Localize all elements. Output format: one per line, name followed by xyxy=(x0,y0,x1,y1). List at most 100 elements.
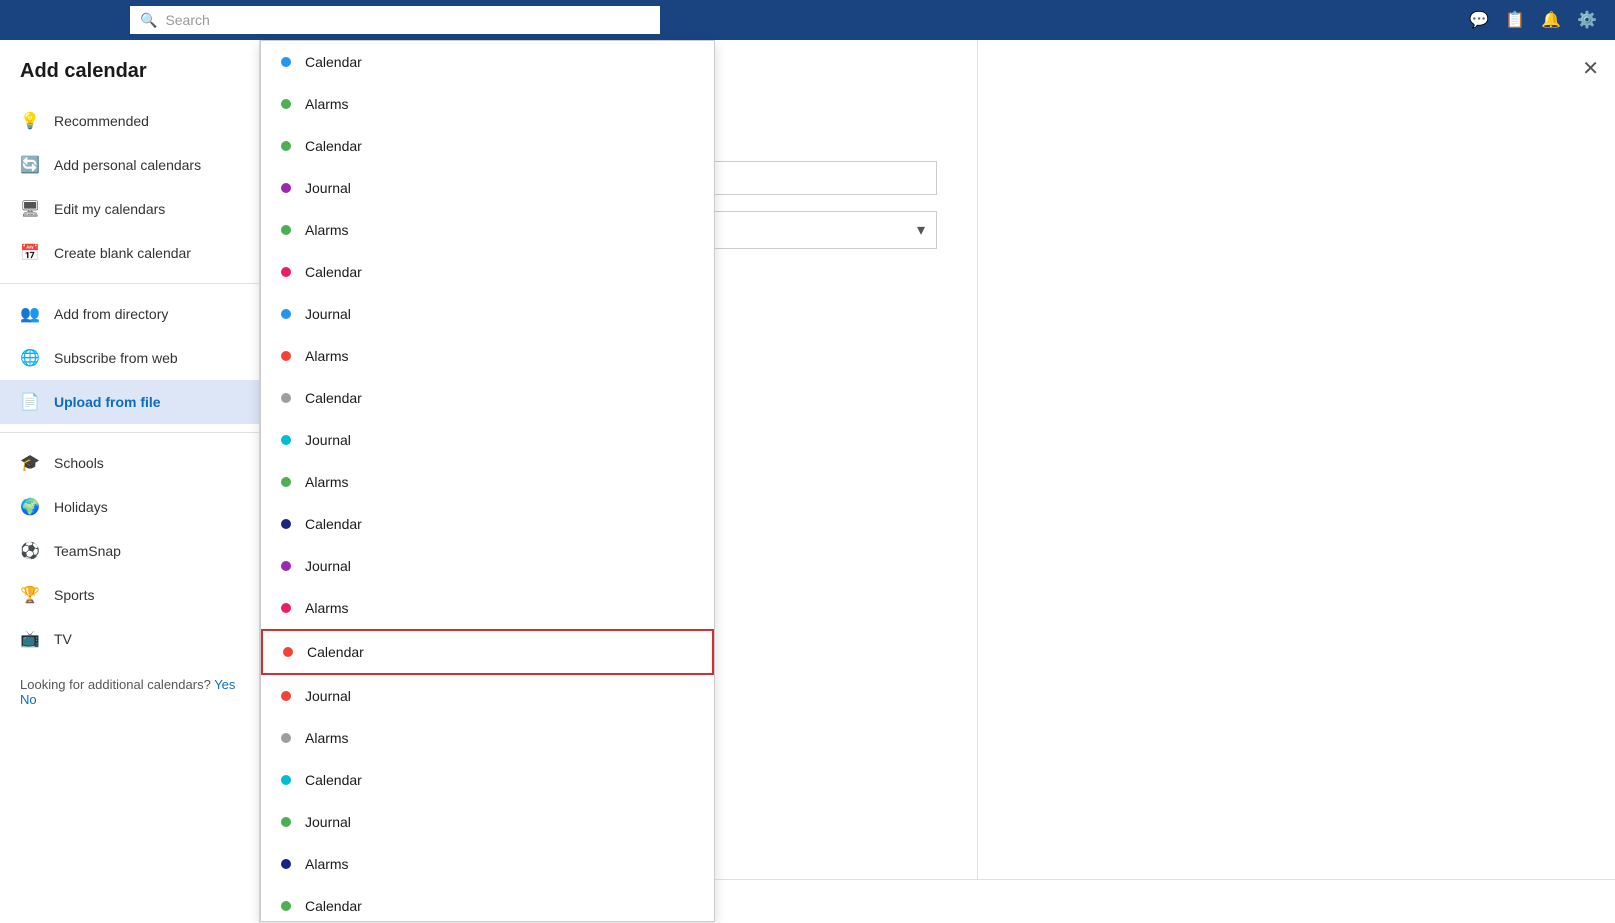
calendar-color-dot xyxy=(281,225,291,235)
footer-yes[interactable]: Yes xyxy=(214,677,235,692)
dropdown-item[interactable]: Alarms xyxy=(261,587,714,629)
dropdown-item[interactable]: Journal xyxy=(261,545,714,587)
sidebar-label-tv: TV xyxy=(54,631,72,647)
dropdown-item-label: Calendar xyxy=(305,264,362,280)
sidebar-divider-2 xyxy=(0,432,259,433)
main-area: Add calendar 💡 Recommended 🔄 Add persona… xyxy=(0,40,1615,923)
create-blank-icon: 📅 xyxy=(20,243,40,263)
dropdown-item-label: Calendar xyxy=(305,138,362,154)
calendar-dropdown: Calendar Alarms Calendar Journal Alarms Calen… xyxy=(260,40,715,922)
tv-icon: 📺 xyxy=(20,629,40,649)
dropdown-item[interactable]: Alarms xyxy=(261,843,714,885)
calendar-color-dot xyxy=(281,691,291,701)
calendar-color-dot xyxy=(281,859,291,869)
calendar-color-dot xyxy=(281,57,291,67)
feedback-icon[interactable]: 📋 xyxy=(1499,4,1531,36)
sidebar-label-recommended: Recommended xyxy=(54,113,149,129)
dropdown-item[interactable]: Journal xyxy=(261,801,714,843)
dropdown-item[interactable]: Journal xyxy=(261,293,714,335)
dropdown-item-label: Journal xyxy=(305,688,351,704)
right-panel: ✕ xyxy=(978,40,1615,923)
search-box[interactable]: 🔍 Search xyxy=(130,6,660,34)
dropdown-item-label: Alarms xyxy=(305,96,349,112)
dropdown-item-label: Alarms xyxy=(305,600,349,616)
dropdown-item[interactable]: Alarms xyxy=(261,83,714,125)
calendar-color-dot xyxy=(281,435,291,445)
dropdown-item[interactable]: Journal xyxy=(261,675,714,717)
dropdown-item-label: Journal xyxy=(305,558,351,574)
dropdown-item-label: Alarms xyxy=(305,348,349,364)
calendar-color-dot xyxy=(281,603,291,613)
dropdown-item[interactable]: Journal xyxy=(261,419,714,461)
dropdown-item-label: Alarms xyxy=(305,474,349,490)
sidebar-item-recommended[interactable]: 💡 Recommended xyxy=(0,99,259,143)
sidebar-item-schools[interactable]: 🎓 Schools xyxy=(0,441,259,485)
calendar-color-dot xyxy=(281,775,291,785)
footer-no[interactable]: No xyxy=(20,692,37,707)
dropdown-item-label: Journal xyxy=(305,180,351,196)
dropdown-item-label: Calendar xyxy=(305,390,362,406)
recommended-icon: 💡 xyxy=(20,111,40,131)
dropdown-item-label: Alarms xyxy=(305,222,349,238)
dropdown-item[interactable]: Calendar xyxy=(261,41,714,83)
calendar-color-dot xyxy=(281,519,291,529)
dropdown-item[interactable]: Calendar xyxy=(261,251,714,293)
dropdown-item[interactable]: Alarms xyxy=(261,209,714,251)
sidebar-divider-1 xyxy=(0,283,259,284)
calendar-color-dot xyxy=(281,351,291,361)
edit-my-icon: 🖥 xyxy=(20,199,40,219)
dropdown-item-label: Calendar xyxy=(305,772,362,788)
dropdown-scroll[interactable]: Calendar Alarms Calendar Journal Alarms Calen… xyxy=(261,41,714,921)
sidebar-item-add-personal[interactable]: 🔄 Add personal calendars xyxy=(0,143,259,187)
close-button[interactable]: ✕ xyxy=(1582,56,1599,81)
app-logo xyxy=(0,0,130,40)
add-personal-icon: 🔄 xyxy=(20,155,40,175)
sidebar-label-upload-file: Upload from file xyxy=(54,394,161,410)
sidebar-label-add-personal: Add personal calendars xyxy=(54,157,201,173)
upload-file-icon: 📄 xyxy=(20,392,40,412)
sidebar-item-sports[interactable]: 🏆 Sports xyxy=(0,573,259,617)
sidebar-item-create-blank[interactable]: 📅 Create blank calendar xyxy=(0,231,259,275)
settings-icon[interactable]: ⚙️ xyxy=(1571,4,1603,36)
dropdown-item-label: Journal xyxy=(305,814,351,830)
calendar-color-dot xyxy=(281,183,291,193)
subscribe-web-icon: 🌐 xyxy=(20,348,40,368)
dropdown-item[interactable]: Alarms xyxy=(261,461,714,503)
dropdown-item[interactable]: Calendar xyxy=(261,759,714,801)
dropdown-item[interactable]: Alarms xyxy=(261,717,714,759)
sidebar-item-add-directory[interactable]: 👥 Add from directory xyxy=(0,292,259,336)
dropdown-item[interactable]: Calendar xyxy=(261,125,714,167)
sidebar-item-holidays[interactable]: 🌍 Holidays xyxy=(0,485,259,529)
dropdown-item-label: Journal xyxy=(305,432,351,448)
calendar-color-dot xyxy=(281,141,291,151)
sidebar-item-edit-my[interactable]: 🖥 Edit my calendars xyxy=(0,187,259,231)
dropdown-item[interactable]: Alarms xyxy=(261,335,714,377)
add-directory-icon: 👥 xyxy=(20,304,40,324)
dropdown-item[interactable]: Calendar xyxy=(261,885,714,921)
dropdown-item[interactable]: Calendar xyxy=(261,629,714,675)
sidebar-title: Add calendar xyxy=(0,40,259,99)
sidebar-label-teamsnap: TeamSnap xyxy=(54,543,121,559)
calendar-color-dot xyxy=(281,733,291,743)
top-bar: 🔍 Search 💬 📋 🔔 ⚙️ xyxy=(0,0,1615,40)
dropdown-item-label: Calendar xyxy=(305,516,362,532)
calendar-color-dot xyxy=(281,309,291,319)
bell-icon[interactable]: 🔔 xyxy=(1535,4,1567,36)
dropdown-item[interactable]: Calendar xyxy=(261,503,714,545)
calendar-color-dot xyxy=(281,561,291,571)
dropdown-item[interactable]: Calendar xyxy=(261,377,714,419)
calendar-color-dot xyxy=(281,477,291,487)
sidebar-item-upload-file[interactable]: 📄 Upload from file xyxy=(0,380,259,424)
calendar-color-dot xyxy=(281,901,291,911)
sidebar-label-edit-my: Edit my calendars xyxy=(54,201,165,217)
dropdown-item-label: Calendar xyxy=(305,54,362,70)
sidebar-item-subscribe-web[interactable]: 🌐 Subscribe from web xyxy=(0,336,259,380)
sidebar-item-teamsnap[interactable]: ⚽ TeamSnap xyxy=(0,529,259,573)
sidebar-item-tv[interactable]: 📺 TV xyxy=(0,617,259,661)
holidays-icon: 🌍 xyxy=(20,497,40,517)
dropdown-item-label: Alarms xyxy=(305,856,349,872)
dropdown-item[interactable]: Journal xyxy=(261,167,714,209)
add-calendar-sidebar: Add calendar 💡 Recommended 🔄 Add persona… xyxy=(0,40,260,923)
sidebar-label-sports: Sports xyxy=(54,587,94,603)
chat-icon[interactable]: 💬 xyxy=(1463,4,1495,36)
